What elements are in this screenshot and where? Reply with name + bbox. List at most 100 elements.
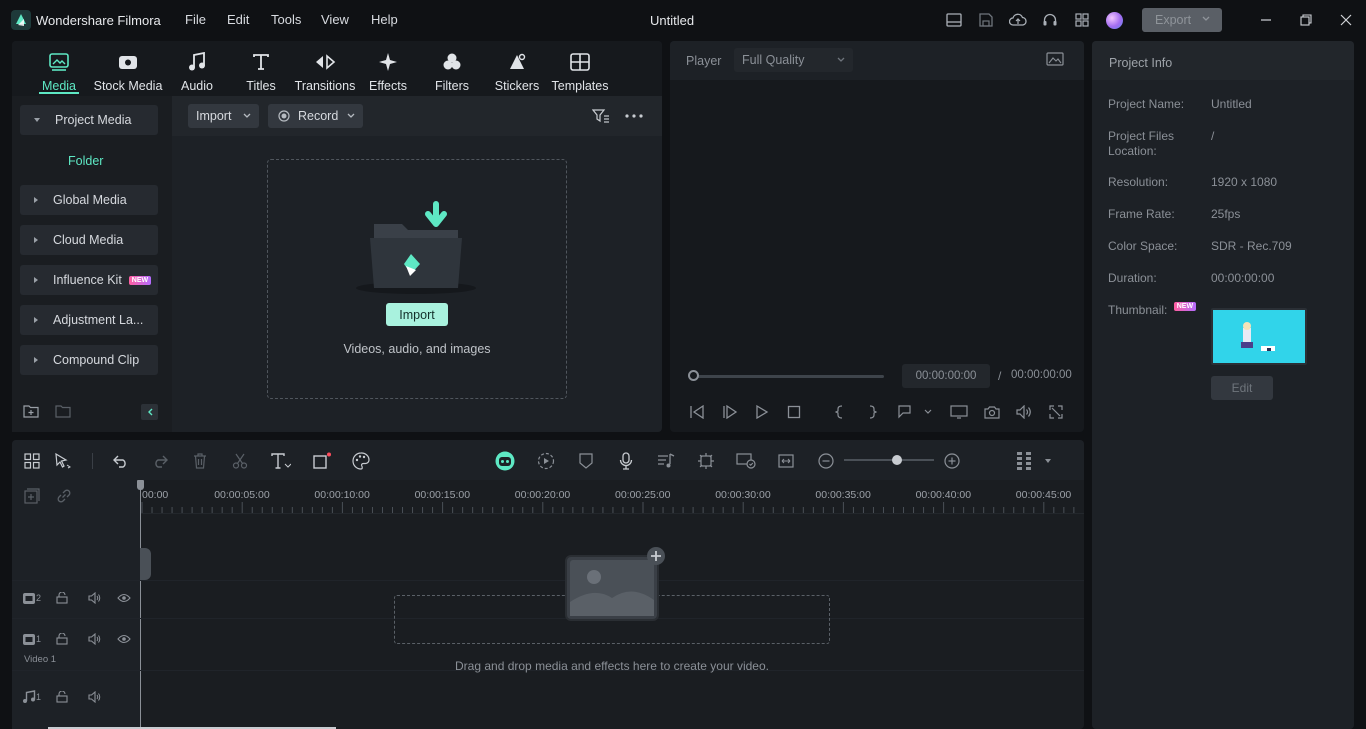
select-pointer-icon[interactable] xyxy=(53,451,73,471)
menu-file[interactable]: File xyxy=(185,12,206,27)
eye-visibility-icon[interactable] xyxy=(116,590,132,606)
playhead-handle[interactable] xyxy=(137,480,144,490)
more-options-icon[interactable] xyxy=(625,114,643,118)
fullscreen-icon[interactable] xyxy=(1047,403,1065,421)
import-dropdown[interactable]: Import xyxy=(188,104,259,128)
display-icon[interactable] xyxy=(950,403,968,421)
record-dropdown[interactable]: Record xyxy=(268,104,363,128)
player-scrubber[interactable] xyxy=(690,375,884,378)
color-palette-icon[interactable] xyxy=(351,451,371,471)
text-tool-icon[interactable] xyxy=(271,451,291,471)
lock-icon[interactable] xyxy=(54,590,70,606)
tab-stock-media[interactable]: Stock Media xyxy=(93,50,163,93)
tab-filters[interactable]: Filters xyxy=(420,50,484,93)
add-track-icon[interactable] xyxy=(24,488,40,504)
snapshot-camera-icon[interactable] xyxy=(983,403,1001,421)
tab-media[interactable]: Media xyxy=(27,50,91,93)
mark-in-icon[interactable] xyxy=(831,403,849,421)
chevron-down-icon[interactable] xyxy=(919,403,937,421)
minimize-icon[interactable] xyxy=(1256,10,1276,30)
scissors-cut-icon[interactable] xyxy=(230,451,250,471)
headset-support-icon[interactable] xyxy=(1040,10,1060,30)
current-time-field[interactable]: 00:00:00:00 xyxy=(902,364,990,388)
menu-edit[interactable]: Edit xyxy=(227,12,249,27)
quality-dropdown[interactable]: Full Quality xyxy=(734,48,853,72)
play-icon[interactable] xyxy=(753,403,771,421)
zoom-in-icon[interactable] xyxy=(942,451,962,471)
sidebar-item-label: Compound Clip xyxy=(53,353,140,367)
add-media-image-icon xyxy=(564,546,668,624)
tab-templates[interactable]: Templates xyxy=(548,50,612,93)
caret-down-icon[interactable] xyxy=(1038,451,1058,471)
menu-help[interactable]: Help xyxy=(371,12,398,27)
stop-icon[interactable] xyxy=(785,403,803,421)
media-icon xyxy=(27,50,91,74)
chevron-left-icon xyxy=(147,408,153,416)
track-number: 1 xyxy=(36,634,42,644)
import-button[interactable]: Import xyxy=(386,303,448,326)
volume-icon[interactable] xyxy=(1015,403,1033,421)
lock-icon[interactable] xyxy=(54,689,70,705)
edit-thumbnail-button[interactable]: Edit xyxy=(1211,376,1273,400)
crop-icon[interactable] xyxy=(312,451,332,471)
previous-frame-icon[interactable] xyxy=(688,403,706,421)
layout-switch-icon[interactable] xyxy=(22,451,42,471)
tab-effects[interactable]: Effects xyxy=(356,50,420,93)
fit-width-icon[interactable] xyxy=(776,451,796,471)
shield-marker-icon[interactable] xyxy=(576,451,596,471)
mute-speaker-icon[interactable] xyxy=(86,631,102,647)
tab-titles[interactable]: Titles xyxy=(229,50,293,93)
cloud-upload-icon[interactable] xyxy=(1008,10,1028,30)
track-collapse-handle[interactable] xyxy=(140,548,151,580)
sidebar-item-influence-kit[interactable]: Influence Kit NEW xyxy=(20,265,158,295)
save-icon[interactable] xyxy=(976,10,996,30)
layout-icon[interactable] xyxy=(944,10,964,30)
info-label-project-name: Project Name: xyxy=(1108,97,1185,111)
mute-speaker-icon[interactable] xyxy=(86,590,102,606)
lock-icon[interactable] xyxy=(54,631,70,647)
tab-transitions[interactable]: Transitions xyxy=(292,50,358,93)
menu-tools[interactable]: Tools xyxy=(271,12,301,27)
restore-icon[interactable] xyxy=(1296,10,1316,30)
ai-robot-icon[interactable] xyxy=(495,451,515,471)
export-button[interactable]: Export xyxy=(1142,8,1222,32)
avatar[interactable] xyxy=(1104,10,1124,30)
sidebar-item-global-media[interactable]: Global Media xyxy=(20,185,158,215)
timeline-settings-grid-icon[interactable] xyxy=(1014,451,1034,471)
mark-out-icon[interactable] xyxy=(863,403,881,421)
zoom-slider-handle[interactable] xyxy=(892,455,902,465)
scrubber-handle[interactable] xyxy=(688,370,699,381)
sidebar-item-compound-clip[interactable]: Compound Clip xyxy=(20,345,158,375)
new-folder-icon[interactable] xyxy=(23,404,39,418)
sidebar-item-adjustment-layer[interactable]: Adjustment La... xyxy=(20,305,158,335)
menu-view[interactable]: View xyxy=(321,12,349,27)
undo-icon[interactable] xyxy=(111,451,131,471)
close-icon[interactable] xyxy=(1336,10,1356,30)
eye-visibility-icon[interactable] xyxy=(116,631,132,647)
thumbnail-image[interactable] xyxy=(1211,308,1307,365)
tab-stickers[interactable]: Stickers xyxy=(485,50,549,93)
filter-sort-icon[interactable] xyxy=(592,108,610,124)
delete-trash-icon[interactable] xyxy=(190,451,210,471)
sidebar-item-folder[interactable]: Folder xyxy=(68,154,103,168)
folder-move-icon[interactable] xyxy=(55,404,71,418)
zoom-out-icon[interactable] xyxy=(816,451,836,471)
mute-speaker-icon[interactable] xyxy=(86,689,102,705)
zoom-slider[interactable] xyxy=(844,459,934,461)
render-preview-icon[interactable] xyxy=(536,451,556,471)
audio-mixer-icon[interactable] xyxy=(656,451,676,471)
screen-record-icon[interactable] xyxy=(736,451,756,471)
next-frame-icon[interactable] xyxy=(721,403,739,421)
apps-grid-icon[interactable] xyxy=(1072,10,1092,30)
marker-icon[interactable] xyxy=(896,403,914,421)
link-icon[interactable] xyxy=(56,488,72,504)
picture-icon[interactable] xyxy=(1046,52,1064,66)
ai-motion-icon[interactable] xyxy=(696,451,716,471)
redo-icon[interactable] xyxy=(150,451,170,471)
tab-transitions-label: Transitions xyxy=(294,79,356,93)
tab-audio[interactable]: Audio xyxy=(165,50,229,93)
sidebar-item-cloud-media[interactable]: Cloud Media xyxy=(20,225,158,255)
collapse-sidebar-button[interactable] xyxy=(141,404,158,420)
sidebar-item-project-media[interactable]: Project Media xyxy=(20,105,158,135)
microphone-icon[interactable] xyxy=(616,451,636,471)
